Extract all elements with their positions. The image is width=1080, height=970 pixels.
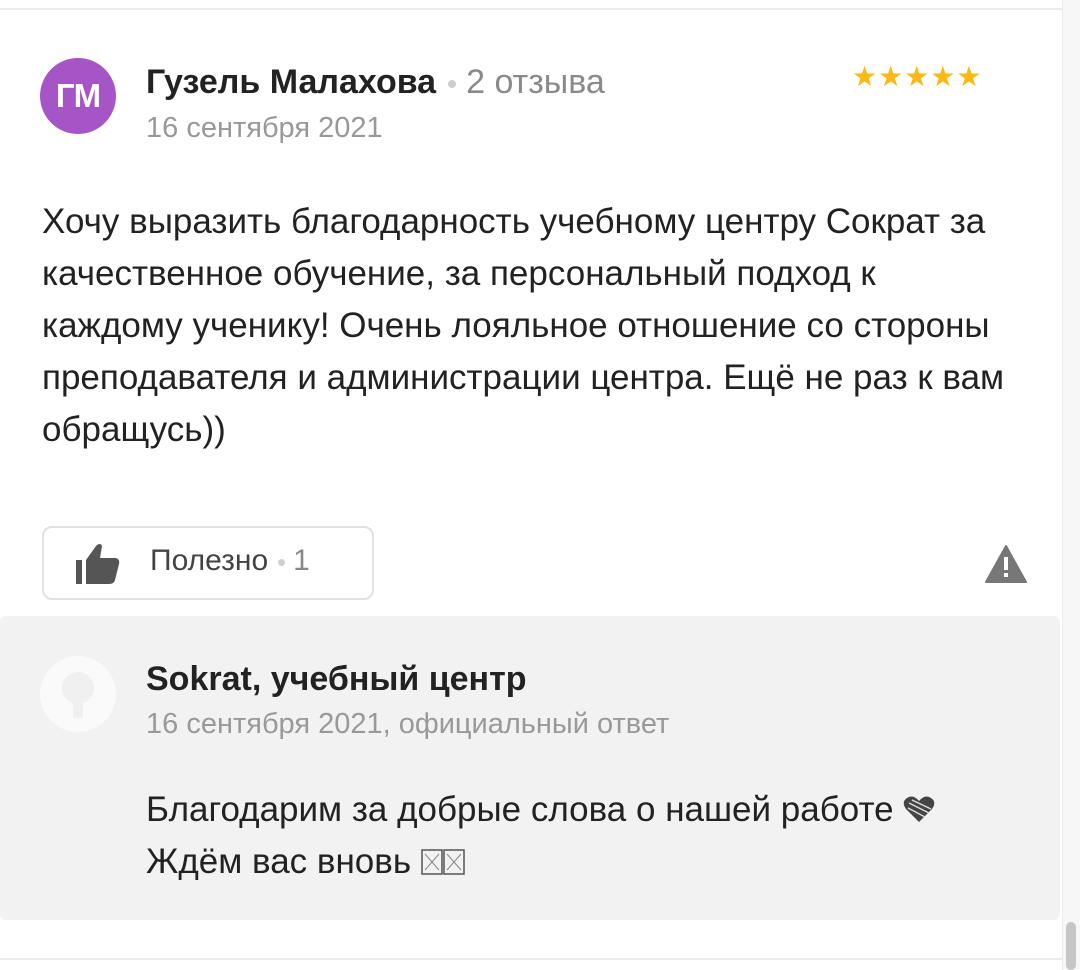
helpful-label-row: Полезно 1 xyxy=(150,544,310,578)
helpful-count: 1 xyxy=(293,544,310,577)
author-row: Гузель Малахова 2 отзыва xyxy=(146,60,605,104)
unsupported-glyph-icon xyxy=(421,849,465,875)
scrollbar-thumb[interactable] xyxy=(1066,922,1076,970)
org-logo-icon xyxy=(62,672,94,718)
heart-icon xyxy=(904,796,935,822)
warning-icon[interactable] xyxy=(984,544,1028,584)
review-text: Хочу выразить благодарность учебному цен… xyxy=(42,202,1005,449)
author-name[interactable]: Гузель Малахова xyxy=(146,63,436,101)
reply-text-part2: Ждём вас вновь xyxy=(146,842,412,881)
bottom-divider xyxy=(0,958,1062,960)
top-divider xyxy=(0,8,1062,10)
rating-stars: ★★★★★ xyxy=(852,61,983,92)
scrollbar[interactable] xyxy=(1062,0,1080,970)
org-avatar[interactable] xyxy=(40,656,116,732)
reply-text: Благодарим за добрые слова о нашей работ… xyxy=(146,784,1006,888)
separator-dot xyxy=(278,558,286,566)
avatar-initials: ГМ xyxy=(55,77,101,114)
helpful-button[interactable]: Полезно 1 xyxy=(42,526,374,600)
official-reply: Sokrat, учебный центр 16 сентября 2021, … xyxy=(0,616,1060,920)
reply-text-part1: Благодарим за добрые слова о нашей работ… xyxy=(146,790,894,829)
org-name[interactable]: Sokrat, учебный центр xyxy=(146,660,527,699)
author-avatar[interactable]: ГМ xyxy=(40,58,116,134)
thumbs-up-icon xyxy=(76,544,120,584)
reply-meta: 16 сентября 2021, официальный ответ xyxy=(146,708,670,740)
review-date: 16 сентября 2021 xyxy=(146,112,383,144)
helpful-label: Полезно xyxy=(150,544,269,577)
author-reviews-count[interactable]: 2 отзыва xyxy=(466,63,605,101)
separator-dot xyxy=(448,80,457,89)
